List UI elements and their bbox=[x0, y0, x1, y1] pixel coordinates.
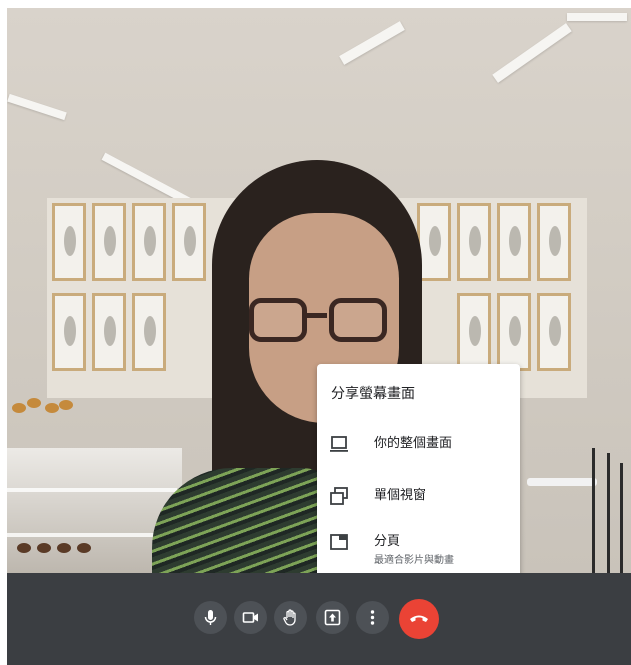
window-icon bbox=[329, 486, 349, 506]
share-entire-screen-option[interactable]: 你的整個畫面 bbox=[317, 426, 520, 470]
ceiling-lamp bbox=[339, 21, 405, 65]
pastry bbox=[12, 403, 26, 413]
raise-hand-button[interactable] bbox=[274, 601, 307, 634]
camera-button[interactable] bbox=[234, 601, 267, 634]
wall-picture bbox=[457, 293, 491, 371]
cafe-table bbox=[527, 478, 597, 486]
wall-picture bbox=[92, 203, 126, 281]
glass-shelf bbox=[7, 488, 177, 492]
end-call-button[interactable] bbox=[399, 599, 439, 639]
pastry bbox=[77, 543, 91, 553]
wall-picture bbox=[132, 293, 166, 371]
tab-icon bbox=[329, 532, 349, 552]
present-screen-button[interactable] bbox=[316, 601, 349, 634]
wall-picture bbox=[417, 203, 451, 281]
chair bbox=[592, 448, 595, 573]
ceiling-lamp bbox=[7, 93, 67, 121]
more-options-button[interactable] bbox=[356, 601, 389, 634]
microphone-button[interactable] bbox=[194, 601, 227, 634]
option-label: 你的整個畫面 bbox=[374, 436, 453, 451]
share-screen-menu: 分享螢幕畫面 你的整個畫面 單個視窗 分頁 最適合影片與動畫 bbox=[317, 364, 520, 578]
ceiling-lamp bbox=[567, 13, 627, 21]
wall-picture bbox=[497, 293, 531, 371]
chair bbox=[620, 463, 623, 573]
wall-picture bbox=[537, 203, 571, 281]
option-label: 單個視窗 bbox=[374, 488, 427, 503]
glasses-lens bbox=[329, 298, 387, 342]
glasses-lens bbox=[249, 298, 307, 342]
pastry bbox=[17, 543, 31, 553]
chair bbox=[607, 453, 610, 573]
pastry bbox=[27, 398, 41, 408]
wall-picture bbox=[172, 203, 206, 281]
pastry bbox=[59, 400, 73, 410]
glass-shelf bbox=[7, 533, 177, 537]
option-sublabel: 最適合影片與動畫 bbox=[374, 555, 454, 566]
menu-title: 分享螢幕畫面 bbox=[331, 386, 415, 402]
pastry bbox=[57, 543, 71, 553]
wall-picture bbox=[132, 203, 166, 281]
glasses-bridge bbox=[305, 313, 327, 318]
pastry bbox=[45, 403, 59, 413]
monitor-icon bbox=[329, 434, 349, 454]
pastry bbox=[37, 543, 51, 553]
share-window-option[interactable]: 單個視窗 bbox=[317, 478, 520, 522]
wall-picture bbox=[52, 203, 86, 281]
ceiling-lamp bbox=[492, 23, 572, 83]
share-tab-option[interactable]: 分頁 最適合影片與動畫 bbox=[317, 524, 520, 568]
wall-picture bbox=[52, 293, 86, 371]
wall-picture bbox=[497, 203, 531, 281]
wall-picture bbox=[457, 203, 491, 281]
wall-picture bbox=[537, 293, 571, 371]
wall-picture bbox=[92, 293, 126, 371]
option-label: 分頁 bbox=[374, 534, 401, 549]
